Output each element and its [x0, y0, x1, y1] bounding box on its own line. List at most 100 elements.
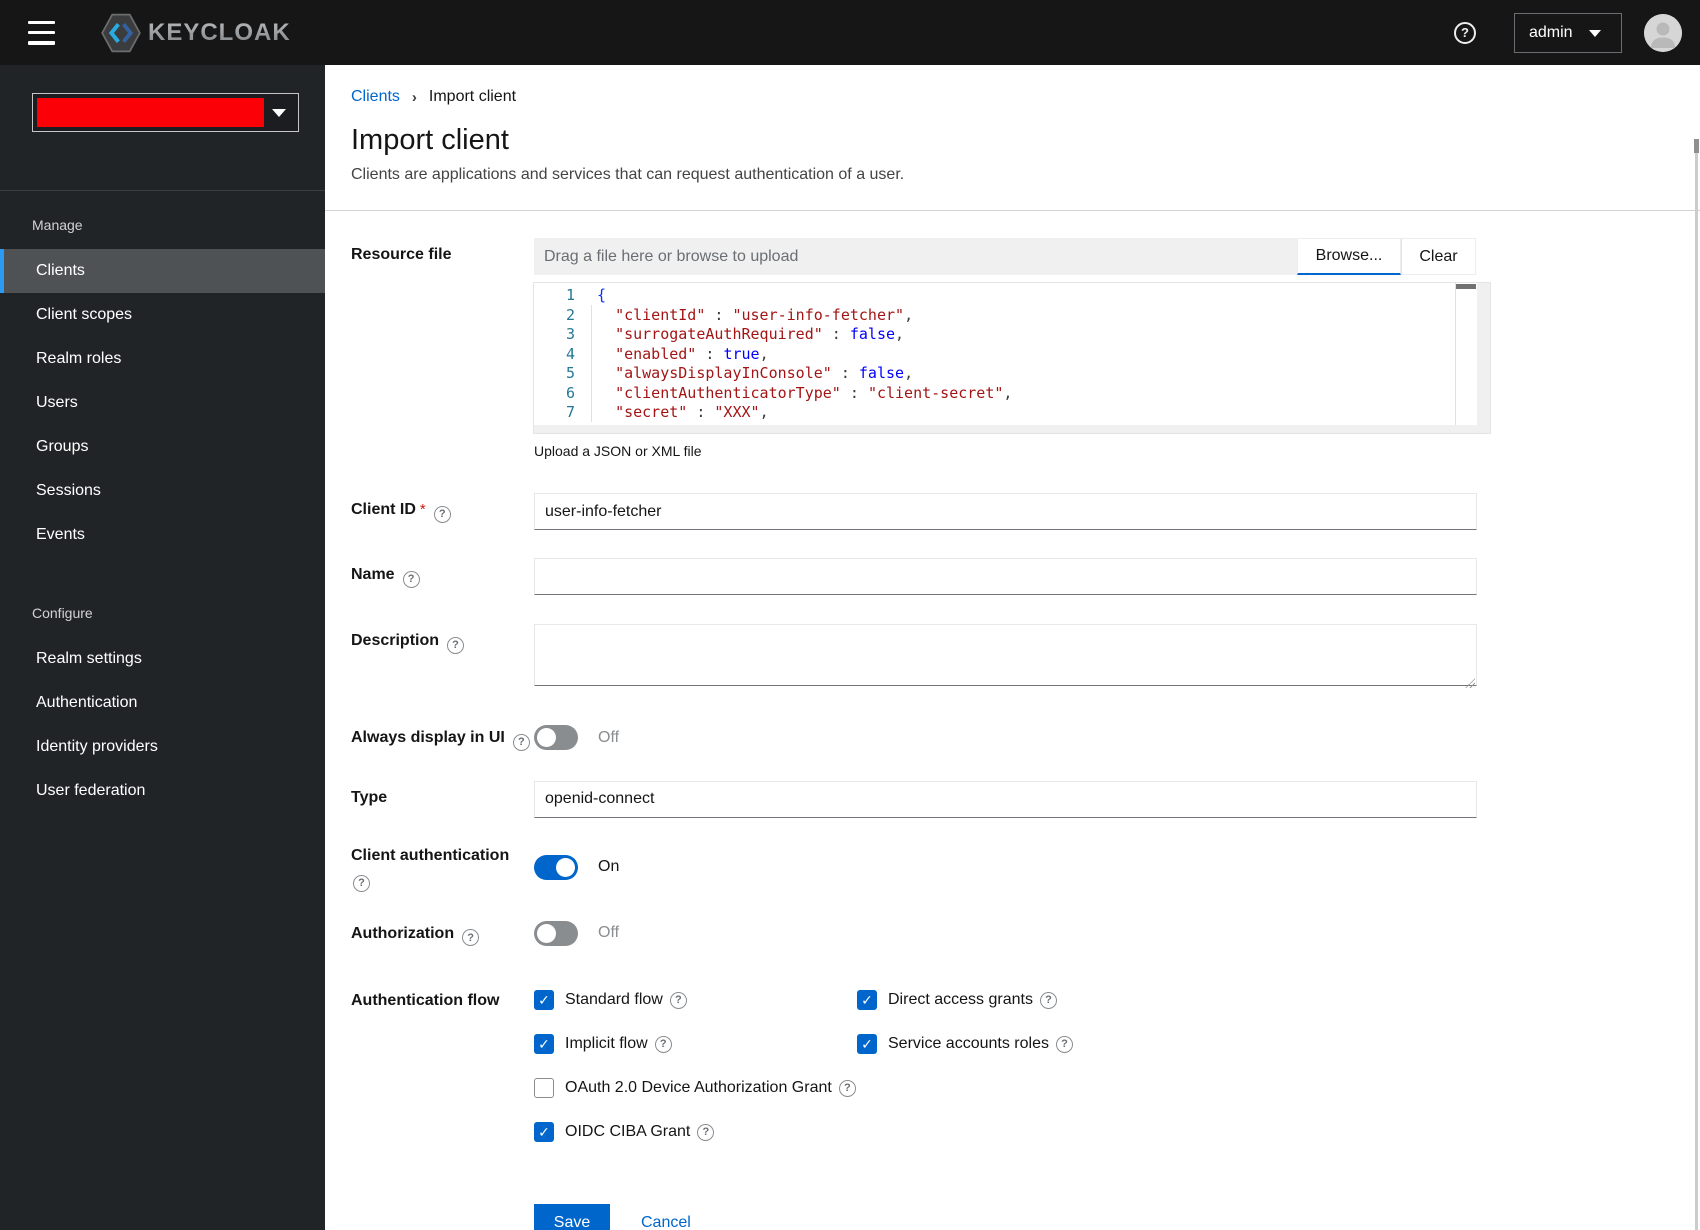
authentication-flow-row: Authentication flow Standard flow Direct …	[351, 984, 1700, 1142]
browse-button[interactable]: Browse...	[1297, 238, 1401, 275]
keycloak-logo: KEYCLOAK	[100, 12, 291, 54]
sidebar-nav: Manage Clients Client scopes Realm roles Use…	[0, 217, 325, 813]
authorization-row: Authorization Off	[351, 917, 1700, 946]
checkbox-label: OIDC CIBA Grant	[565, 1123, 691, 1140]
help-icon[interactable]	[1454, 21, 1476, 44]
help-icon[interactable]	[433, 505, 451, 523]
checkbox-label: Implicit flow	[565, 1035, 648, 1052]
help-icon[interactable]	[512, 733, 530, 751]
chevron-right-icon	[412, 89, 417, 106]
sidebar-item-realm-roles[interactable]: Realm roles	[0, 337, 325, 381]
cancel-link[interactable]: Cancel	[641, 1214, 691, 1230]
code-editor-surface[interactable]: 1{2 "clientId" : "user-info-fetcher", 3 "…	[534, 283, 1477, 425]
sidebar-item-authentication[interactable]: Authentication	[0, 681, 325, 725]
checkbox-oidc-ciba-grant[interactable]: OIDC CIBA Grant	[534, 1122, 1477, 1142]
breadcrumb-current: Import client	[428, 88, 517, 105]
checkbox-standard-flow[interactable]: Standard flow	[534, 990, 857, 1010]
checkbox-label: Standard flow	[565, 991, 663, 1008]
authentication-flow-label: Authentication flow	[351, 992, 500, 1009]
checkbox-unchecked-icon[interactable]	[534, 1078, 554, 1098]
keycloak-hexagon-icon	[101, 13, 141, 52]
sidebar: Manage Clients Client scopes Realm roles Use…	[0, 65, 325, 1230]
help-icon[interactable]	[447, 636, 465, 654]
help-icon[interactable]	[1055, 1035, 1073, 1053]
checkbox-direct-access-grants[interactable]: Direct access grants	[857, 990, 1477, 1010]
type-input[interactable]	[534, 780, 1477, 818]
authorization-label: Authorization	[351, 924, 455, 942]
editor-scrollbar[interactable]	[1455, 283, 1477, 425]
nav-section-title: Manage	[32, 217, 83, 233]
sidebar-item-sessions[interactable]: Sessions	[0, 469, 325, 513]
file-upload-input[interactable]	[534, 238, 1297, 275]
checkbox-checked-icon[interactable]	[857, 1034, 877, 1054]
avatar[interactable]	[1644, 13, 1682, 52]
resource-file-label: Resource file	[351, 246, 452, 263]
code-line: 5 "alwaysDisplayInConsole" : false,	[534, 364, 1477, 384]
client-id-input[interactable]	[534, 493, 1477, 530]
user-menu-label: admin	[1529, 23, 1573, 41]
code-lines: 1{2 "clientId" : "user-info-fetcher", 3 "…	[534, 286, 1477, 423]
breadcrumb-clients-link[interactable]: Clients	[351, 88, 400, 106]
name-input[interactable]	[534, 558, 1477, 595]
person-icon	[1644, 13, 1682, 52]
line-number: 7	[565, 403, 575, 421]
description-textarea[interactable]	[534, 624, 1477, 686]
client-authentication-toggle[interactable]	[534, 854, 578, 880]
sidebar-item-events[interactable]: Events	[0, 513, 325, 557]
checkbox-oauth-2-0-device-authorization-grant[interactable]: OAuth 2.0 Device Authorization Grant	[534, 1078, 1477, 1098]
checkbox-checked-icon[interactable]	[534, 990, 554, 1010]
checkbox-implicit-flow[interactable]: Implicit flow	[534, 1034, 857, 1054]
chevron-down-icon	[272, 104, 286, 122]
file-upload-control: Browse... Clear	[534, 238, 1477, 275]
code-line: 7 "secret" : "XXX",	[534, 403, 1477, 423]
keycloak-admin-console: KEYCLOAK admin ManageClien	[0, 0, 1700, 1230]
required-asterisk: *	[419, 501, 426, 518]
always-display-state: Off	[598, 728, 620, 746]
nav-toggle-icon[interactable]	[28, 20, 58, 45]
import-client-form: Resource file Browse... Clear 1{2 "clien…	[325, 211, 1700, 1230]
sidebar-item-client-scopes[interactable]: Client scopes	[0, 293, 325, 337]
client-id-label: Client ID	[351, 501, 416, 518]
help-icon[interactable]	[697, 1123, 715, 1141]
sidebar-item-realm-settings[interactable]: Realm settings	[0, 637, 325, 681]
help-icon[interactable]	[654, 1035, 672, 1053]
sidebar-item-clients[interactable]: Clients	[0, 249, 325, 293]
checkbox-checked-icon[interactable]	[534, 1122, 554, 1142]
sidebar-item-identity-providers[interactable]: Identity providers	[0, 725, 325, 769]
sidebar-item-groups[interactable]: Groups	[0, 425, 325, 469]
code-editor[interactable]: 1{2 "clientId" : "user-info-fetcher", 3 "…	[534, 283, 1490, 433]
name-label: Name	[351, 566, 395, 583]
checkbox-label: Direct access grants	[888, 991, 1033, 1008]
always-display-toggle[interactable]	[534, 725, 578, 751]
sidebar-item-user-federation[interactable]: User federation	[0, 769, 325, 813]
line-number: 5	[565, 364, 575, 382]
client-authentication-state: On	[598, 858, 620, 875]
client-id-label-col: Client ID *	[351, 493, 534, 530]
user-menu-dropdown[interactable]: admin	[1514, 12, 1622, 53]
save-button[interactable]: Save	[534, 1204, 610, 1230]
form-actions-row: Save Cancel	[351, 1204, 1700, 1230]
editor-scrollbar-thumb[interactable]	[1456, 284, 1476, 289]
help-icon[interactable]	[353, 874, 370, 892]
authorization-toggle[interactable]	[534, 920, 578, 946]
always-display-label: Always display in UI	[351, 729, 505, 746]
always-display-row: Always display in UI Off	[351, 721, 1700, 751]
checkbox-checked-icon[interactable]	[534, 1034, 554, 1054]
nav-section-title: Configure	[32, 605, 93, 621]
clear-button[interactable]: Clear	[1401, 238, 1476, 275]
help-icon[interactable]	[1039, 991, 1057, 1009]
resource-file-label-col: Resource file	[351, 238, 534, 459]
page-scrollbar[interactable]	[1694, 139, 1699, 1230]
help-icon[interactable]	[669, 991, 687, 1009]
help-icon[interactable]	[402, 570, 420, 588]
realm-selector-dropdown[interactable]	[32, 93, 299, 132]
checkbox-checked-icon[interactable]	[857, 990, 877, 1010]
checkbox-service-accounts-roles[interactable]: Service accounts roles	[857, 1034, 1477, 1054]
code-line: 2 "clientId" : "user-info-fetcher",	[534, 306, 1477, 326]
page-header: Clients Import client Import client Clie…	[325, 65, 1700, 184]
help-icon[interactable]	[838, 1079, 856, 1097]
page-title: Import client	[351, 124, 509, 156]
help-icon[interactable]	[462, 929, 480, 946]
nav-section: Manage Clients Client scopes Realm roles Use…	[0, 217, 325, 557]
sidebar-item-users[interactable]: Users	[0, 381, 325, 425]
